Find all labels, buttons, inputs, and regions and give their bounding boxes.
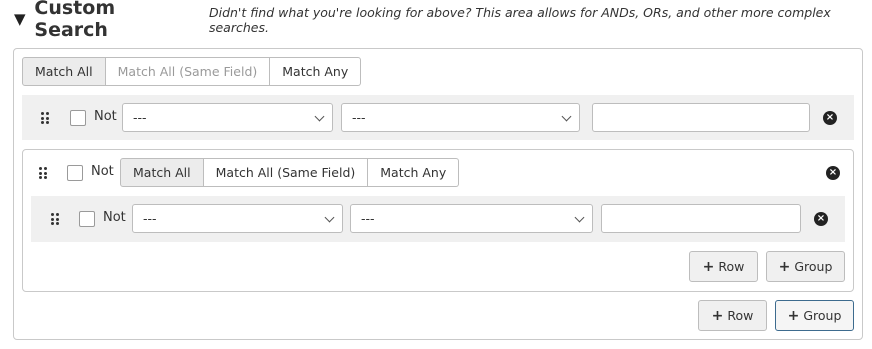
nested-add-group-label: Group	[794, 259, 833, 274]
add-group-button[interactable]: + Group	[775, 300, 854, 331]
nested-add-row-button[interactable]: + Row	[689, 251, 758, 282]
nested-add-row-label: Row	[718, 259, 745, 274]
nested-match-all-same-field-button[interactable]: Match All (Same Field)	[203, 158, 369, 187]
remove-group-icon[interactable]: ×	[826, 166, 840, 180]
drag-handle-icon[interactable]	[51, 213, 59, 225]
nested-match-any-button[interactable]: Match Any	[368, 158, 460, 187]
top-match-all-same-field-button[interactable]: Match All (Same Field)	[105, 57, 271, 86]
value-input[interactable]	[592, 103, 810, 132]
operator-select[interactable]: ---	[341, 103, 580, 132]
group-not-checkbox[interactable]	[67, 165, 83, 181]
value-input[interactable]	[601, 204, 801, 233]
plus-icon: +	[702, 258, 715, 275]
not-label: Not	[94, 109, 117, 124]
not-checkbox[interactable]	[79, 211, 95, 227]
section-description: Didn't find what you're looking for abov…	[208, 5, 831, 35]
add-row-button[interactable]: + Row	[698, 300, 767, 331]
add-row-label: Row	[727, 308, 754, 323]
section-title: Custom Search	[34, 0, 116, 41]
collapse-caret-icon[interactable]: ▼	[14, 11, 31, 27]
field-select-value: ---	[133, 110, 147, 125]
top-match-mode-group: Match All Match All (Same Field) Match A…	[22, 57, 362, 86]
remove-row-icon[interactable]: ×	[823, 111, 837, 125]
criteria-row: Not --- --- ×	[22, 95, 854, 140]
operator-select-value: ---	[361, 211, 375, 226]
group-not-label: Not	[91, 164, 114, 179]
operator-select[interactable]: ---	[350, 204, 593, 233]
plus-icon: +	[778, 258, 791, 275]
not-label: Not	[103, 210, 126, 225]
field-select-value: ---	[143, 211, 157, 226]
plus-icon: +	[787, 307, 800, 324]
chevron-down-icon	[574, 212, 585, 223]
top-match-any-button[interactable]: Match Any	[270, 57, 362, 86]
drag-handle-icon[interactable]	[41, 112, 49, 124]
remove-row-icon[interactable]: ×	[814, 212, 828, 226]
nested-criteria-row: Not --- --- ×	[31, 196, 845, 242]
custom-search-header[interactable]: ▼ Custom Search Didn't find what you're …	[14, 0, 872, 41]
nested-match-mode-group: Match All Match All (Same Field) Match A…	[120, 158, 460, 187]
add-group-label: Group	[803, 308, 842, 323]
plus-icon: +	[711, 307, 724, 324]
chevron-down-icon	[324, 212, 335, 223]
operator-select-value: ---	[352, 110, 366, 125]
chevron-down-icon	[314, 111, 325, 122]
top-match-all-button[interactable]: Match All	[22, 57, 106, 86]
chevron-down-icon	[561, 111, 572, 122]
not-checkbox[interactable]	[70, 110, 86, 126]
field-select[interactable]: ---	[132, 204, 343, 233]
field-select[interactable]: ---	[122, 103, 333, 132]
group-drag-handle-icon[interactable]	[39, 167, 47, 179]
nested-add-group-button[interactable]: + Group	[766, 251, 845, 282]
nested-match-all-button[interactable]: Match All	[120, 158, 204, 187]
